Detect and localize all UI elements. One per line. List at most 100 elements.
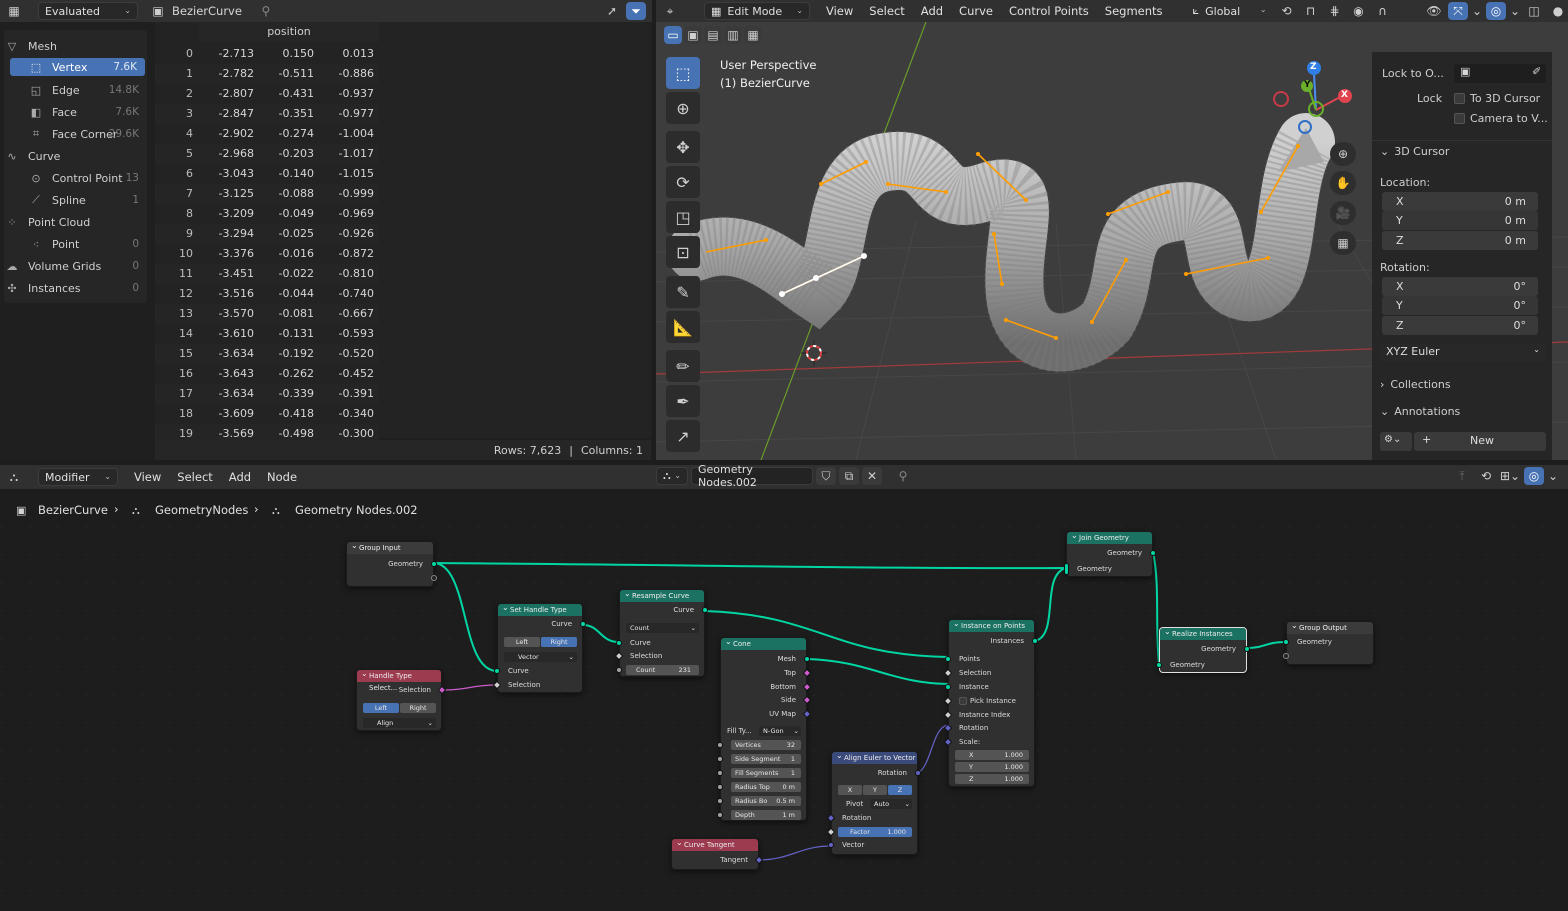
pivot-dropdown[interactable]: Auto ⌄ — [870, 799, 912, 809]
scale-x-field[interactable]: X 1.000 — [955, 750, 1029, 760]
node-header[interactable]: Realize Instances — [1160, 626, 1246, 640]
snap-icon[interactable]: ⊓ — [1301, 2, 1321, 20]
node-header[interactable]: Group Input — [347, 540, 433, 554]
tree-item-curve[interactable]: ∿ Curve — [4, 146, 147, 166]
radius-top-field[interactable]: Radius Top 0 m — [731, 782, 801, 792]
side-segments-field[interactable]: Side Segment 1 — [731, 754, 801, 764]
gizmo-icon[interactable]: ⤧ — [1448, 2, 1468, 20]
vertices-socket[interactable] — [717, 742, 723, 748]
camera-to-view-checkbox[interactable]: Camera to V... — [1454, 112, 1548, 125]
evaluation-mode-dropdown[interactable]: Evaluated ⌄ — [38, 2, 138, 20]
vertices-field[interactable]: Vertices 32 — [731, 740, 801, 750]
select-box-tool[interactable]: ⬚ — [666, 57, 700, 89]
move-tool[interactable]: ✥ — [666, 131, 700, 163]
selection-only-icon[interactable]: ➚ — [602, 2, 622, 20]
axis-x-toggle[interactable]: X — [838, 785, 862, 795]
set-handle-type-node[interactable]: Set Handle Type Curve Left Right Vector⌄… — [492, 602, 586, 693]
tree-item-volume-grids[interactable]: ☁ Volume Grids 0 — [4, 256, 147, 276]
snap-target-icon[interactable]: ⋕ — [1325, 2, 1345, 20]
geometry-in-socket[interactable] — [1156, 662, 1162, 668]
count-field[interactable]: Count 231 — [626, 665, 699, 675]
overlay-dropdown-icon[interactable]: ⌄ — [1510, 2, 1520, 20]
tilt-tool[interactable]: ↗ — [666, 420, 700, 452]
pick-instance-check[interactable] — [959, 697, 967, 705]
shading-icon[interactable]: ● — [1548, 2, 1568, 20]
visibility-icon[interactable]: 👁 — [1424, 2, 1444, 20]
editor-type-icon[interactable]: ⌖ — [660, 2, 680, 20]
empty-socket[interactable] — [431, 575, 437, 581]
count-socket[interactable] — [616, 667, 622, 673]
xray-icon[interactable]: ◫ — [1524, 2, 1544, 20]
node-header[interactable]: Handle Type Select... — [357, 668, 441, 692]
tree-item-face[interactable]: ◧ Face 7.6K — [4, 102, 147, 122]
orientation-dropdown[interactable]: ⟀ Global ⌄ — [1186, 2, 1273, 20]
camera-check[interactable] — [1454, 113, 1465, 124]
gizmo-neg-x-icon[interactable] — [1273, 91, 1289, 107]
cursor-tool[interactable]: ⊕ — [666, 92, 700, 124]
node-header[interactable]: Align Euler to Vector — [832, 750, 917, 764]
cone-node[interactable]: Cone Mesh Top Bottom Side UV Map Fill Ty… — [717, 636, 812, 821]
axis-z-toggle[interactable]: Z — [888, 785, 912, 795]
radius-bottom-socket[interactable] — [717, 798, 723, 804]
scale-y-field[interactable]: Y 1.000 — [955, 762, 1029, 772]
menu-add[interactable]: Add — [915, 4, 949, 18]
annotations-panel[interactable]: ⌄ Annotations — [1380, 405, 1460, 418]
pan-hand-icon[interactable]: ✋ — [1330, 171, 1356, 195]
rotation-mode-dropdown[interactable]: XYZ Euler ⌄ — [1380, 343, 1546, 362]
eyedropper-icon[interactable]: ✐ — [1532, 65, 1541, 78]
rotation-y-field[interactable]: Y 0° — [1382, 296, 1538, 315]
mesh-socket[interactable] — [804, 656, 810, 662]
handle-type-selection-node[interactable]: Handle Type Select... Selection Left Rig… — [356, 668, 447, 731]
node-header[interactable]: Join Geometry — [1067, 530, 1152, 544]
geometry-socket[interactable] — [431, 561, 437, 567]
location-y-field[interactable]: Y 0 m — [1382, 211, 1538, 230]
tree-item-edge[interactable]: ◱ Edge 14.8K — [4, 80, 147, 100]
perspective-grid-icon[interactable]: ▦ — [1330, 231, 1356, 255]
points-socket[interactable] — [945, 656, 951, 662]
tree-item-control-point[interactable]: ⊙ Control Point 13 — [4, 168, 147, 188]
to-cursor-check[interactable] — [1454, 93, 1465, 104]
pivot-icon[interactable]: ⟲ — [1277, 2, 1297, 20]
group-input-node[interactable]: Group Input Geometry — [346, 540, 437, 587]
resample-curve-node[interactable]: Resample Curve Curve Count⌄ Curve Select… — [614, 588, 708, 677]
tree-item-vertex[interactable]: ⬚ Vertex 7.6K — [10, 58, 145, 76]
node-header[interactable]: Group Output — [1287, 620, 1373, 634]
new-annotation-button[interactable]: + New — [1414, 432, 1546, 451]
left-toggle[interactable]: Left — [504, 637, 540, 647]
overlay-icon[interactable]: ◎ — [1486, 2, 1506, 20]
right-toggle[interactable]: Right — [541, 637, 577, 647]
join-geometry-node[interactable]: Join Geometry Geometry Geometry — [1064, 530, 1156, 577]
transform-tool[interactable]: ⊡ — [666, 236, 700, 268]
tree-item-face-corner[interactable]: ⌗ Face Corner 29.6K — [4, 124, 147, 144]
instance-socket[interactable] — [945, 684, 951, 690]
fill-type-dropdown[interactable]: N-Gon ⌄ — [759, 726, 801, 736]
instance-on-points-node[interactable]: Instance on Points Instances Points Sele… — [943, 618, 1038, 787]
scale-z-field[interactable]: Z 1.000 — [955, 774, 1029, 784]
proportional-edit-icon[interactable]: ◉ — [1349, 2, 1369, 20]
handle-type-dropdown[interactable]: Vector ⌄ — [504, 652, 577, 662]
tree-item-point-cloud[interactable]: ⁘ Point Cloud — [4, 212, 147, 232]
pick-instance-checkbox[interactable]: Pick Instance — [959, 697, 1016, 705]
editor-type-icon[interactable]: ▦ — [4, 2, 24, 20]
scale-tool[interactable]: ◳ — [666, 201, 700, 233]
rotation-x-field[interactable]: X 0° — [1382, 277, 1538, 296]
right-toggle[interactable]: Right — [400, 703, 436, 713]
factor-field[interactable]: Factor 1.000 — [838, 827, 912, 837]
group-output-node[interactable]: Group Output Geometry — [1283, 620, 1374, 665]
realize-instances-node[interactable]: Realize Instances Geometry Geometry — [1156, 626, 1250, 673]
depth-socket[interactable] — [717, 812, 723, 818]
vector-in-socket[interactable] — [828, 842, 834, 848]
side-segments-socket[interactable] — [717, 756, 723, 762]
node-header[interactable]: Resample Curve — [620, 588, 704, 602]
node-header[interactable]: Set Handle Type — [498, 602, 582, 616]
fill-segments-field[interactable]: Fill Segments 1 — [731, 768, 801, 778]
radius-top-socket[interactable] — [717, 784, 723, 790]
rotation-z-field[interactable]: Z 0° — [1382, 316, 1538, 335]
curve-in-socket[interactable] — [616, 640, 622, 646]
menu-view[interactable]: View — [820, 4, 859, 18]
rotation-out-socket[interactable] — [915, 770, 921, 776]
curve-in-socket[interactable] — [494, 668, 500, 674]
geometry-out-socket[interactable] — [1244, 646, 1250, 652]
node-editor[interactable]: ⛬ Modifier ⌄ View Select Add Node ⛬ ⌄ Geom… — [0, 465, 1568, 911]
align-euler-to-vector-node[interactable]: Align Euler to Vector Rotation X Y Z Piv… — [826, 750, 921, 855]
